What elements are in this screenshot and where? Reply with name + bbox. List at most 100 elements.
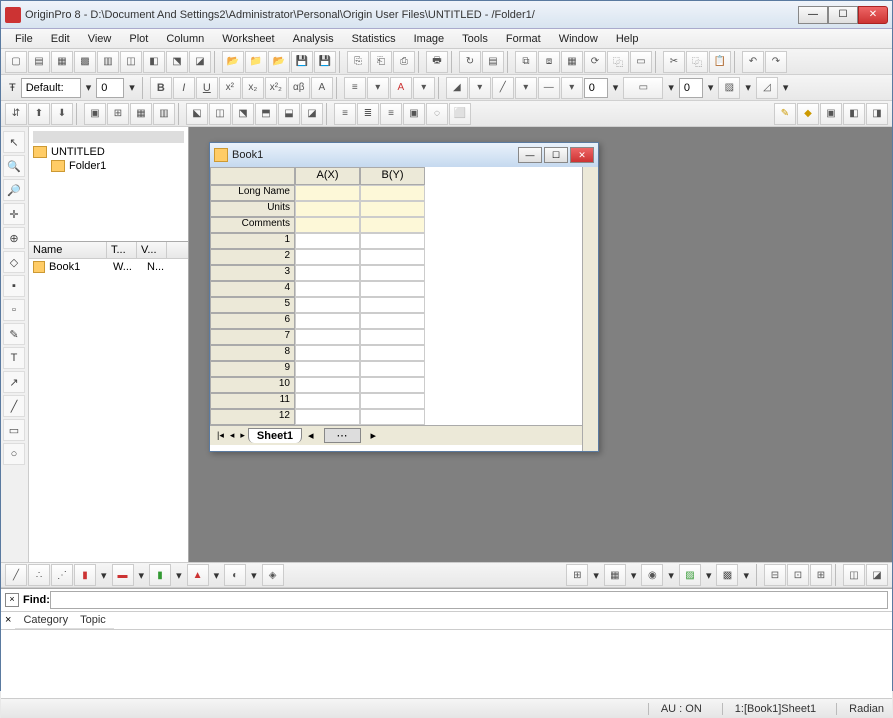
col-topic[interactable]: Topic <box>80 614 106 626</box>
cell[interactable] <box>295 329 360 345</box>
minimize-button[interactable]: — <box>798 6 828 24</box>
new-matrix-icon[interactable]: ▥ <box>97 51 119 73</box>
surface-icon[interactable]: ▨ <box>679 564 701 586</box>
zoom-out-icon[interactable]: 🔎 <box>3 179 25 201</box>
data-selector-icon[interactable]: ◇ <box>3 251 25 273</box>
line-tool-icon[interactable]: ╱ <box>3 395 25 417</box>
cell[interactable] <box>360 361 425 377</box>
row-longname[interactable]: Long Name <box>210 185 295 201</box>
mask5-icon[interactable]: ◨ <box>866 103 888 125</box>
textleft-icon[interactable]: ≡ <box>334 103 356 125</box>
screen-reader-icon[interactable]: ✛ <box>3 203 25 225</box>
textright-icon[interactable]: ≡ <box>380 103 402 125</box>
row-header[interactable]: 10 <box>210 377 295 393</box>
fill-dropdown-icon[interactable]: ▾ <box>469 77 491 99</box>
row-header[interactable]: 3 <box>210 265 295 281</box>
cell[interactable] <box>360 217 425 233</box>
pointer-tool-icon[interactable]: ↖ <box>3 131 25 153</box>
cell[interactable] <box>360 313 425 329</box>
align-left-text-icon[interactable]: ≡ <box>344 77 366 99</box>
tree-root[interactable]: UNTITLED <box>33 145 184 159</box>
sheet-nav-next[interactable]: ▸ <box>237 430 248 441</box>
find-input[interactable] <box>50 591 888 609</box>
font-color-icon[interactable]: A <box>390 77 412 99</box>
column-header-b[interactable]: B(Y) <box>360 167 425 185</box>
corner-cell[interactable] <box>210 167 295 185</box>
split-icon[interactable]: ⊞ <box>107 103 129 125</box>
close-button[interactable]: ✕ <box>858 6 888 24</box>
cell[interactable] <box>360 377 425 393</box>
new-layout-icon[interactable]: ◫ <box>120 51 142 73</box>
mask3-icon[interactable]: ▣ <box>820 103 842 125</box>
grid2-icon[interactable]: ▥ <box>153 103 175 125</box>
underline-icon[interactable]: U <box>196 77 218 99</box>
cell[interactable] <box>360 185 425 201</box>
import-wizard-icon[interactable]: ⎘ <box>347 51 369 73</box>
region-tool-icon[interactable]: ▫ <box>3 299 25 321</box>
sheet-nav-prev[interactable]: ◂ <box>227 430 238 441</box>
line-style-icon[interactable]: — <box>538 77 560 99</box>
data-reader-icon[interactable]: ⊕ <box>3 227 25 249</box>
textcenter-icon[interactable]: ≣ <box>357 103 379 125</box>
mask-icon[interactable]: ✎ <box>774 103 796 125</box>
template-library-icon[interactable]: ⊞ <box>566 564 588 586</box>
print-icon[interactable]: 🖶 <box>426 51 448 73</box>
pattern2-icon[interactable]: ◿ <box>756 77 778 99</box>
workbook-titlebar[interactable]: Book1 — ☐ ✕ <box>210 143 598 167</box>
undo-icon[interactable]: ↶ <box>742 51 764 73</box>
mask-tool-icon[interactable]: ▪ <box>3 275 25 297</box>
cell[interactable] <box>295 185 360 201</box>
cell[interactable] <box>295 377 360 393</box>
cell[interactable] <box>360 281 425 297</box>
rescale2-icon[interactable]: ◪ <box>866 564 888 586</box>
maximize-button[interactable]: ☐ <box>828 6 858 24</box>
col-view[interactable]: V... <box>137 242 167 258</box>
hilo-icon[interactable]: ⊞ <box>810 564 832 586</box>
close-results-button[interactable]: × <box>5 614 11 627</box>
close-find-button[interactable]: × <box>5 593 19 607</box>
cell[interactable] <box>295 201 360 217</box>
menu-image[interactable]: Image <box>406 31 453 47</box>
sort-asc-icon[interactable]: ⬆ <box>28 103 50 125</box>
menu-file[interactable]: File <box>7 31 41 47</box>
draw-data-icon[interactable]: ✎ <box>3 323 25 345</box>
mask2-icon[interactable]: ◆ <box>797 103 819 125</box>
font-increase-icon[interactable]: A <box>311 77 333 99</box>
template-icon[interactable]: ◪ <box>189 51 211 73</box>
fill-color-icon[interactable]: ◢ <box>446 77 468 99</box>
line-dropdown-icon[interactable]: ▾ <box>515 77 537 99</box>
menu-edit[interactable]: Edit <box>43 31 78 47</box>
menu-worksheet[interactable]: Worksheet <box>214 31 282 47</box>
row-header[interactable]: 9 <box>210 361 295 377</box>
col-category[interactable]: Category <box>23 614 68 626</box>
row-header[interactable]: 2 <box>210 249 295 265</box>
new-notes-icon[interactable]: ◧ <box>143 51 165 73</box>
image-plot-icon[interactable]: ▩ <box>716 564 738 586</box>
cell[interactable] <box>295 393 360 409</box>
cell[interactable] <box>360 297 425 313</box>
slideshow-icon[interactable]: ▭ <box>630 51 652 73</box>
new-project-icon[interactable]: ▢ <box>5 51 27 73</box>
column-header-a[interactable]: A(X) <box>295 167 360 185</box>
align-top-icon[interactable]: ⬒ <box>255 103 277 125</box>
duplicate-icon[interactable]: ⿻ <box>607 51 629 73</box>
import-multi-icon[interactable]: ⎙ <box>393 51 415 73</box>
menu-tools[interactable]: Tools <box>454 31 496 47</box>
v-scrollbar[interactable] <box>582 167 598 451</box>
line-width-combo[interactable] <box>584 78 608 98</box>
scatter-plot-icon[interactable]: ∴ <box>28 564 50 586</box>
open-template-icon[interactable]: 📁 <box>245 51 267 73</box>
results-log-icon[interactable]: ▤ <box>482 51 504 73</box>
sort-icon[interactable]: ⇵ <box>5 103 27 125</box>
menu-statistics[interactable]: Statistics <box>344 31 404 47</box>
h-scrollbar[interactable]: ◂⋯▸ <box>302 428 578 443</box>
worksheet[interactable]: A(X) B(Y) Long Name Units Comments 12345… <box>210 167 582 451</box>
row-header[interactable]: 5 <box>210 297 295 313</box>
stack-plot-icon[interactable]: ▮ <box>149 564 171 586</box>
cell[interactable] <box>360 265 425 281</box>
3d-bars-icon[interactable]: ▦ <box>604 564 626 586</box>
area-plot-icon[interactable]: ▲ <box>187 564 209 586</box>
sheet-nav-first[interactable]: |◂ <box>214 430 227 441</box>
ungroup-icon[interactable]: ◌ <box>426 103 448 125</box>
rescale-icon[interactable]: ◫ <box>843 564 865 586</box>
